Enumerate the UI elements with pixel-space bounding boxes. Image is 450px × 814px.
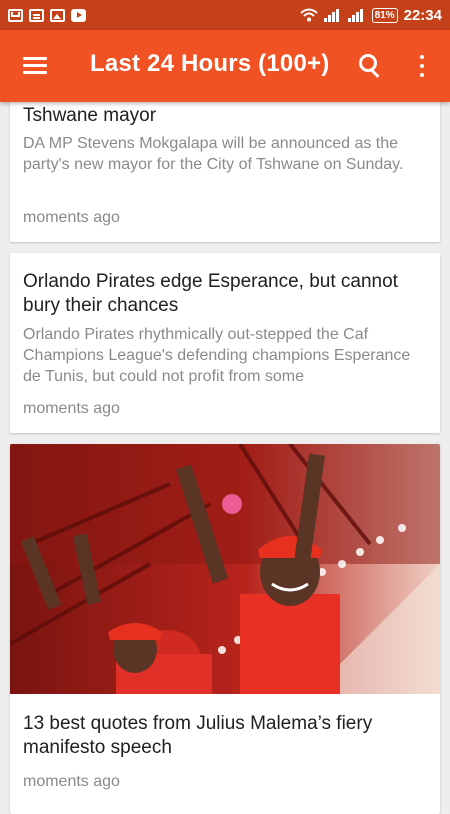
article-description: Orlando Pirates rhythmically out-stepped… [23,326,411,385]
article-image [10,444,440,694]
more-options-icon[interactable] [419,55,425,77]
article-card[interactable]: Orlando Pirates edge Esperance, but cann… [10,253,440,433]
image-icon [50,8,65,22]
article-description: DA MP Stevens Mokgalapa will be announce… [23,135,404,173]
battery-indicator: 81% [371,7,398,23]
article-title: Orlando Pirates edge Esperance, but cann… [23,271,398,316]
article-time: moments ago [23,400,120,417]
page-title: Last 24 Hours (100+) [90,50,330,77]
search-icon[interactable] [359,54,381,78]
app-bar: Last 24 Hours (100+) [0,30,450,102]
signal-icon [347,9,363,22]
signal-icon [323,9,339,22]
wifi-icon [299,8,318,22]
message-icon [29,8,44,22]
gmail-icon [8,8,23,22]
article-card[interactable]: Tshwane mayor DA MP Stevens Mokgalapa wi… [10,90,440,242]
article-time: moments ago [23,209,120,226]
article-card[interactable]: 13 best quotes from Julius Malema’s fier… [10,444,440,814]
menu-icon[interactable] [23,57,47,75]
clock: 22:34 [403,6,442,24]
youtube-icon [71,8,86,22]
article-time: moments ago [23,773,120,790]
article-title: Tshwane mayor [23,105,157,126]
article-title: 13 best quotes from Julius Malema’s fier… [23,713,373,758]
system-status: 81% 22:34 [299,6,442,24]
status-bar: 81% 22:34 [0,0,450,30]
notification-icons [8,8,86,22]
